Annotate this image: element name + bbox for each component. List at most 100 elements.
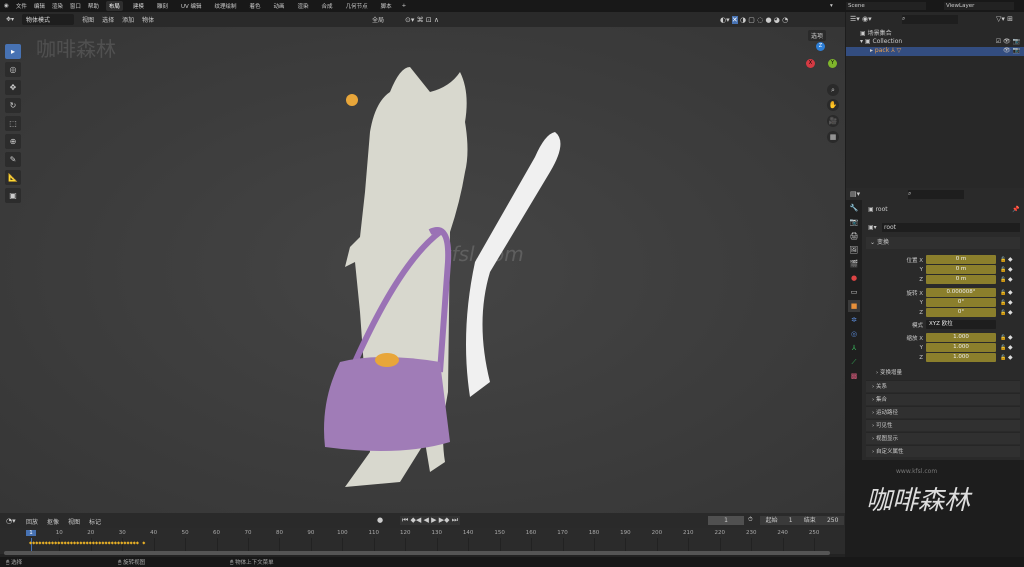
location-z-field[interactable]: 0 m (926, 275, 996, 284)
keyframe-icon[interactable]: ◆ (1008, 256, 1013, 263)
keyframe-icon[interactable]: ◆ (1008, 289, 1013, 296)
tool-tab-icon[interactable]: 🔧 (848, 202, 860, 214)
timeline-editor-icon[interactable]: ◔▾ (6, 517, 16, 525)
menu-marker[interactable]: 标记 (89, 517, 101, 526)
tab-shading[interactable]: 着色 (247, 1, 264, 11)
collection-item[interactable]: ▾ ▣ Collection ☑ 👁 📷 (860, 38, 1024, 45)
menu-render[interactable]: 渲染 (52, 2, 63, 10)
output-tab-icon[interactable]: 🖨 (848, 230, 860, 242)
tab-layout[interactable]: 布局 (105, 1, 123, 11)
tab-texture-paint[interactable]: 纹理绘制 (211, 1, 239, 11)
texture-tab-icon[interactable]: ▩ (848, 370, 860, 382)
collection-tab-icon[interactable]: ▭ (848, 286, 860, 298)
scene-icon[interactable]: ▾ (830, 3, 833, 9)
physics-tab-icon[interactable]: ◎ (848, 328, 860, 340)
menu-help[interactable]: 帮助 (88, 2, 99, 10)
menu-object[interactable]: 物体 (142, 15, 154, 24)
blender-logo-icon[interactable]: ◉ (4, 3, 9, 9)
editor-type-icon[interactable]: ✥▾ (6, 16, 14, 23)
location-x-field[interactable]: 0 m (926, 255, 996, 264)
3d-viewport[interactable]: 咖啡森林 kfsl.com 选项 ▸ ◎ ✥ ↻ ⬚ ⊕ ✎ 📐 ▣ Z Y X… (0, 27, 845, 513)
menu-keying[interactable]: 抠像 (47, 517, 59, 526)
menu-view[interactable]: 视图 (82, 15, 94, 24)
playback-controls[interactable]: ⏮ ◆◀ ◀ ▶ ▶◆ ⏭ (400, 516, 461, 525)
keyframe-icon[interactable]: ◆ (1008, 354, 1013, 361)
stopwatch-icon[interactable]: ⏱ (748, 516, 753, 524)
gizmo-z[interactable]: Z (816, 42, 825, 51)
lock-icon[interactable]: 🔓 (1000, 335, 1008, 341)
object-name-field[interactable]: root (882, 223, 1020, 232)
start-frame-field[interactable]: 1 (789, 516, 793, 525)
render-tab-icon[interactable]: 📷 (848, 216, 860, 228)
panel-relations[interactable]: › 关系 (866, 380, 1020, 392)
lock-icon[interactable]: 🔓 (1000, 267, 1008, 273)
scale-y-field[interactable]: 1.000 (926, 343, 996, 352)
move-icon[interactable]: ✥ (5, 80, 21, 95)
cursor-icon[interactable]: ◎ (5, 62, 21, 77)
tab-scripting[interactable]: 脚本 (378, 1, 395, 11)
tab-animation[interactable]: 动画 (271, 1, 288, 11)
end-frame-field[interactable]: 250 (827, 516, 838, 525)
scene-field[interactable]: Scene (846, 2, 926, 10)
scene-tab-icon[interactable]: 🎬 (848, 258, 860, 270)
snap-icons[interactable]: ⊙▾ ⌘ ⊡ ∧ (405, 16, 439, 24)
rotation-x-field[interactable]: 0.000008° (926, 288, 996, 297)
rotate-icon[interactable]: ↻ (5, 98, 21, 113)
outliner-search-input[interactable]: ⌕ (902, 15, 958, 24)
keyframe-marker[interactable]: ◆ (136, 540, 139, 545)
tab-modeling[interactable]: 建模 (130, 1, 147, 11)
add-workspace-icon[interactable]: + (402, 3, 407, 9)
delta-transform-subpanel[interactable]: › 变换增量 (876, 368, 902, 376)
current-frame-field[interactable]: 1 (708, 516, 744, 525)
measure-icon[interactable]: 📐 (5, 170, 21, 185)
transform-icon[interactable]: ⊕ (5, 134, 21, 149)
tab-sculpting[interactable]: 雕刻 (154, 1, 171, 11)
filter-icon[interactable]: ▽▾ ⊞ (996, 15, 1013, 23)
keyframe-marker[interactable]: ◆ (142, 540, 145, 545)
menu-select[interactable]: 选择 (102, 15, 114, 24)
location-y-field[interactable]: 0 m (926, 265, 996, 274)
panel-collections[interactable]: › 集合 (866, 393, 1020, 405)
object-item-pack[interactable]: ▸ pack ⅄ ▽ 👁 📷 (846, 47, 1024, 56)
lock-icon[interactable]: 🔓 (1000, 257, 1008, 263)
scene-collection-item[interactable]: ▣ 场景集合 (860, 28, 892, 37)
frame-range[interactable]: 起始 1 结束 250 (760, 516, 844, 525)
rotation-y-field[interactable]: 0° (926, 298, 996, 307)
keyframe-icon[interactable]: ◆ (1008, 266, 1013, 273)
orientation-dropdown[interactable]: 全局 (372, 15, 384, 24)
pin-icon[interactable]: 📌 (1012, 206, 1019, 213)
menu-window[interactable]: 窗口 (70, 2, 81, 10)
lock-icon[interactable]: 🔓 (1000, 345, 1008, 351)
lock-icon[interactable]: 🔓 (1000, 290, 1008, 296)
rotation-mode-dropdown[interactable]: XYZ 欧拉 (926, 320, 996, 329)
properties-search-input[interactable]: ⌕ (908, 190, 964, 199)
object-type-icon[interactable]: ▣▾ (868, 224, 877, 231)
panel-viewport-display[interactable]: › 视图显示 (866, 432, 1020, 444)
select-box-icon[interactable]: ▸ (5, 44, 21, 59)
lock-icon[interactable]: 🔓 (1000, 300, 1008, 306)
lock-icon[interactable]: 🔓 (1000, 355, 1008, 361)
add-cube-icon[interactable]: ▣ (5, 188, 21, 203)
menu-file[interactable]: 文件 (16, 2, 27, 10)
lock-icon[interactable]: 🔓 (1000, 310, 1008, 316)
panel-motion-paths[interactable]: › 运动路径 (866, 406, 1020, 418)
bone-tab-icon[interactable]: ⟋ (848, 356, 860, 368)
modifier-tab-icon[interactable]: ✲ (848, 314, 860, 326)
keyframe-icon[interactable]: ◆ (1008, 299, 1013, 306)
grid-icon[interactable]: ▦ (827, 131, 839, 143)
navigation-gizmo[interactable]: Z Y X ⌕ ✋ 🎥 ▦ (803, 39, 843, 149)
menu-add[interactable]: 添加 (122, 15, 134, 24)
gizmo-x[interactable]: X (806, 59, 815, 68)
gizmo-y[interactable]: Y (828, 59, 837, 68)
world-tab-icon[interactable]: ● (848, 272, 860, 284)
camera-icon[interactable]: 🎥 (827, 115, 839, 127)
properties-editor-type-icon[interactable]: ▤▾ (850, 190, 860, 198)
shading-icons[interactable]: ◐▾ ✕ ◑ ▢ ◌ ● ◕ ◔ (720, 15, 788, 24)
zoom-icon[interactable]: ⌕ (827, 84, 839, 96)
rotation-z-field[interactable]: 0° (926, 308, 996, 317)
lock-icon[interactable]: 🔓 (1000, 277, 1008, 283)
outliner-display-icons[interactable]: ☰▾ ◉▾ (850, 15, 872, 23)
timeline-scrollbar[interactable] (4, 551, 830, 555)
menu-playback[interactable]: 回放 (26, 517, 38, 526)
pan-hand-icon[interactable]: ✋ (827, 99, 839, 111)
